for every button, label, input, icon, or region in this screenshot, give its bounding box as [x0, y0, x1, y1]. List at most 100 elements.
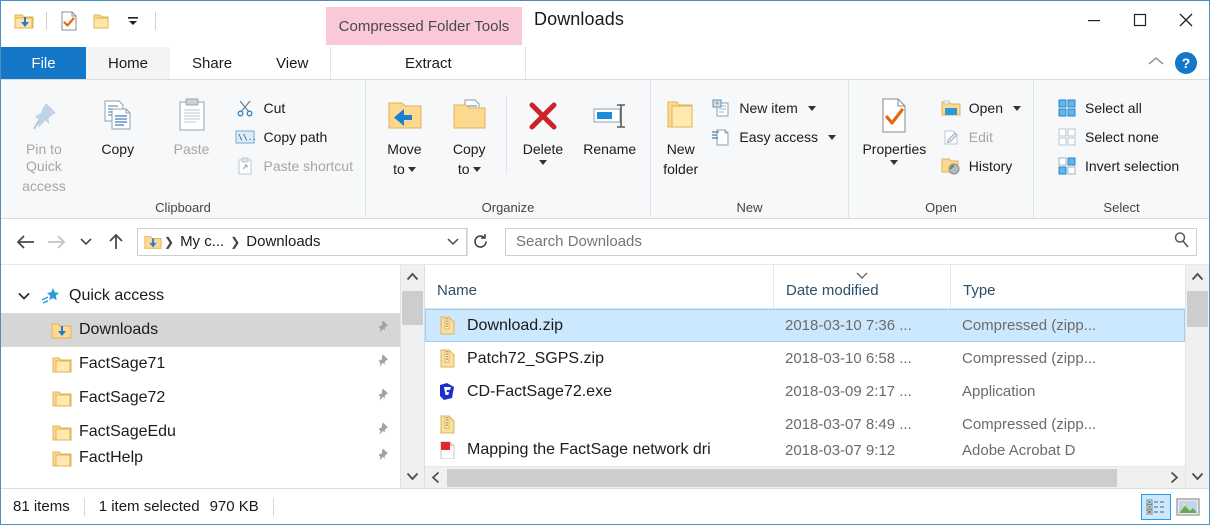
new-folder-icon — [661, 94, 701, 138]
qat-properties-icon[interactable] — [56, 8, 82, 34]
pin-icon[interactable] — [374, 422, 390, 443]
table-row[interactable]: CD-FactSage72.exe 2018-03-09 2:17 ... Ap… — [425, 375, 1185, 408]
sidebar-item-factsage72[interactable]: FactSage72 — [1, 381, 424, 415]
scroll-right-button[interactable] — [1163, 467, 1185, 489]
new-item-button[interactable]: New item — [704, 96, 842, 120]
history-button[interactable]: History — [934, 154, 1027, 178]
search-input[interactable] — [516, 233, 1173, 250]
copy-to-button[interactable]: Copy to — [437, 88, 502, 178]
pin-icon[interactable] — [374, 354, 390, 375]
details-view-button[interactable] — [1141, 493, 1171, 520]
properties-caret-icon[interactable] — [890, 160, 899, 165]
open-caret-icon[interactable] — [1013, 105, 1021, 111]
breadcrumb-downloads-icon[interactable] — [144, 233, 162, 251]
select-all-label: Select all — [1085, 100, 1142, 116]
large-icons-view-button[interactable] — [1173, 494, 1203, 520]
paste-shortcut-button[interactable]: Paste shortcut — [228, 154, 359, 178]
pin-to-quick-access-button[interactable]: Pin to Quick access — [7, 88, 81, 195]
breadcrumb-bar[interactable]: ❯ My c... ❯ Downloads — [137, 227, 467, 256]
address-dropdown-icon[interactable] — [442, 236, 464, 248]
sidebar-item-factsage71[interactable]: FactSage71 — [1, 347, 424, 381]
paste-button[interactable]: Paste — [155, 88, 229, 158]
select-all-button[interactable]: Select all — [1050, 96, 1185, 120]
minimize-button[interactable] — [1071, 1, 1117, 39]
scroll-up-button[interactable] — [1186, 265, 1209, 289]
sidebar-item-factsageedu[interactable]: FactSageEdu — [1, 415, 424, 449]
qat-new-folder-icon[interactable] — [88, 8, 114, 34]
collapse-ribbon-chevron-icon[interactable] — [1147, 54, 1165, 72]
column-header-name[interactable]: Name — [425, 265, 773, 308]
scroll-thumb[interactable] — [1187, 291, 1208, 327]
table-row[interactable]: Patch72_SGPS.zip 2018-03-10 6:58 ... Com… — [425, 342, 1185, 375]
column-header-type[interactable]: Type — [950, 265, 1185, 308]
pin-icon[interactable] — [374, 449, 390, 467]
sidebar-item-quick-access[interactable]: Quick access — [1, 279, 424, 313]
new-folder-label-1: New — [666, 141, 695, 157]
hscroll-thumb[interactable] — [447, 468, 1117, 487]
move-to-button[interactable]: Move to — [372, 88, 437, 178]
expand-chevron-icon[interactable] — [11, 290, 37, 302]
new-item-caret-icon[interactable] — [807, 105, 816, 111]
rename-button[interactable]: Rename — [575, 88, 644, 158]
maximize-button[interactable] — [1117, 1, 1163, 39]
new-folder-button[interactable]: New folder — [657, 88, 704, 178]
file-list-vertical-scrollbar[interactable] — [1185, 265, 1209, 488]
qat-customize-dropdown-icon[interactable] — [120, 8, 146, 34]
search-box[interactable] — [505, 227, 1197, 256]
tab-view[interactable]: View — [254, 47, 330, 79]
copy-button[interactable]: Copy — [81, 88, 155, 158]
pin-icon[interactable] — [374, 320, 390, 341]
clipboard-small-buttons: Cut \\.. Copy path — [228, 88, 359, 178]
tab-file[interactable]: File — [1, 47, 86, 79]
scroll-left-button[interactable] — [425, 467, 447, 489]
invert-selection-label: Invert selection — [1085, 158, 1180, 174]
delete-caret-icon[interactable] — [538, 160, 547, 165]
copy-to-caret-icon[interactable] — [472, 167, 481, 172]
delete-button[interactable]: Delete — [511, 88, 576, 165]
copy-path-button[interactable]: \\.. Copy path — [228, 125, 359, 149]
properties-button[interactable]: Properties — [855, 88, 934, 165]
back-button[interactable] — [11, 227, 41, 257]
tab-extract[interactable]: Extract — [330, 47, 527, 79]
delete-x-icon — [526, 94, 560, 138]
close-button[interactable] — [1163, 1, 1209, 39]
table-row[interactable]: Download.zip 2018-03-10 7:36 ... Compres… — [425, 309, 1185, 342]
easy-access-caret-icon[interactable] — [828, 134, 836, 140]
table-row[interactable]: Mapping the FactSage network dri 2018-03… — [425, 441, 1185, 459]
invert-selection-button[interactable]: Invert selection — [1050, 154, 1185, 178]
move-to-caret-icon[interactable] — [407, 167, 416, 172]
sidebar-item-downloads[interactable]: Downloads — [1, 313, 424, 347]
search-icon[interactable] — [1173, 231, 1190, 253]
easy-access-button[interactable]: Easy access — [704, 125, 842, 149]
edit-button[interactable]: Edit — [934, 125, 1027, 149]
scroll-down-button[interactable] — [401, 464, 424, 488]
column-header-date-modified[interactable]: Date modified — [773, 265, 950, 308]
application-icon — [437, 382, 457, 401]
scroll-down-button[interactable] — [1186, 464, 1209, 488]
group-label-new: New — [736, 199, 763, 215]
breadcrumb-item-1[interactable]: Downloads — [242, 233, 324, 250]
forward-button[interactable] — [41, 227, 71, 257]
open-button[interactable]: Open — [934, 96, 1027, 120]
navpane-vertical-scrollbar[interactable] — [400, 265, 424, 488]
refresh-button[interactable] — [467, 227, 493, 256]
scroll-up-button[interactable] — [401, 265, 424, 289]
select-small-buttons: Select all Select none Invert selection — [1050, 88, 1185, 178]
cut-button[interactable]: Cut — [228, 96, 359, 120]
breadcrumb-item-0[interactable]: My c... — [176, 233, 228, 250]
sidebar-item-facthelp[interactable]: FactHelp — [1, 449, 424, 467]
organize-separator — [505, 96, 507, 174]
up-button[interactable] — [101, 227, 131, 257]
table-row[interactable]: 2018-03-07 8:49 ... Compressed (zipp... — [425, 408, 1185, 441]
tab-strip-spacer — [526, 47, 1147, 79]
file-list-horizontal-scrollbar[interactable] — [425, 466, 1185, 488]
select-none-button[interactable]: Select none — [1050, 125, 1185, 149]
tab-home[interactable]: Home — [86, 47, 171, 79]
tab-share[interactable]: Share — [170, 47, 254, 79]
qat-downloads-icon[interactable] — [11, 8, 37, 34]
scroll-thumb[interactable] — [402, 291, 423, 325]
pin-icon[interactable] — [374, 388, 390, 409]
qat-separator-2 — [155, 12, 156, 30]
recent-locations-button[interactable] — [71, 227, 101, 257]
help-button[interactable]: ? — [1175, 52, 1197, 74]
